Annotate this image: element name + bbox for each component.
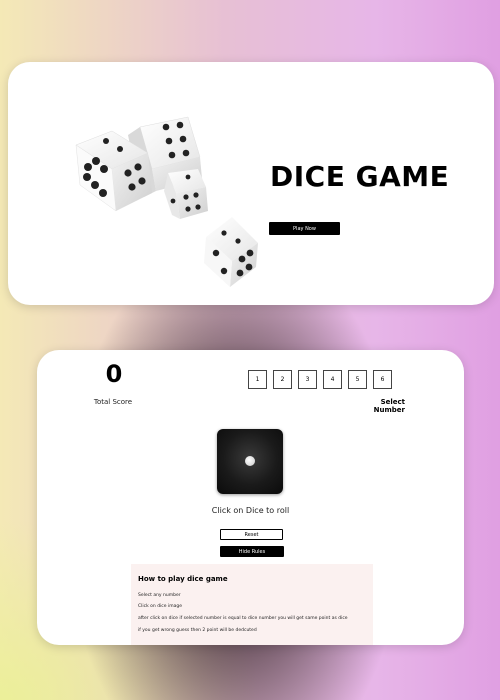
hide-rules-button[interactable]: Hide Rules (220, 546, 284, 557)
select-number-label: Select Number (373, 398, 405, 414)
number-option-1[interactable]: 1 (248, 370, 267, 389)
roll-instruction: Click on Dice to roll (211, 506, 290, 515)
rules-panel: How to play dice game Select any number … (131, 564, 373, 645)
rule-line: Click on dice image (138, 604, 182, 609)
number-option-2[interactable]: 2 (273, 370, 292, 389)
number-option-5[interactable]: 5 (348, 370, 367, 389)
dice-illustration (75, 116, 258, 287)
hero-title: DICE GAME (270, 160, 450, 193)
rule-line: if you get wrong guess then 2 point will… (138, 628, 257, 633)
number-selector: 1 2 3 4 5 6 (248, 370, 392, 389)
game-card: 0 Total Score 1 2 3 4 5 6 Select Number … (37, 350, 464, 645)
hero-card: DICE GAME Play Now (8, 62, 494, 305)
total-score-label: Total Score (93, 398, 133, 406)
total-score-value: 0 (105, 360, 123, 388)
number-option-4[interactable]: 4 (323, 370, 342, 389)
rules-title: How to play dice game (138, 575, 228, 583)
number-option-6[interactable]: 6 (373, 370, 392, 389)
die-bottom (204, 217, 258, 287)
dice-pip-icon (245, 456, 255, 466)
reset-button[interactable]: Reset (220, 529, 283, 540)
dice-image[interactable] (217, 429, 283, 494)
number-option-3[interactable]: 3 (298, 370, 317, 389)
play-now-button[interactable]: Play Now (269, 222, 340, 235)
rule-line: Select any number (138, 593, 181, 598)
rule-line: after click on dice if selected number i… (138, 616, 348, 621)
